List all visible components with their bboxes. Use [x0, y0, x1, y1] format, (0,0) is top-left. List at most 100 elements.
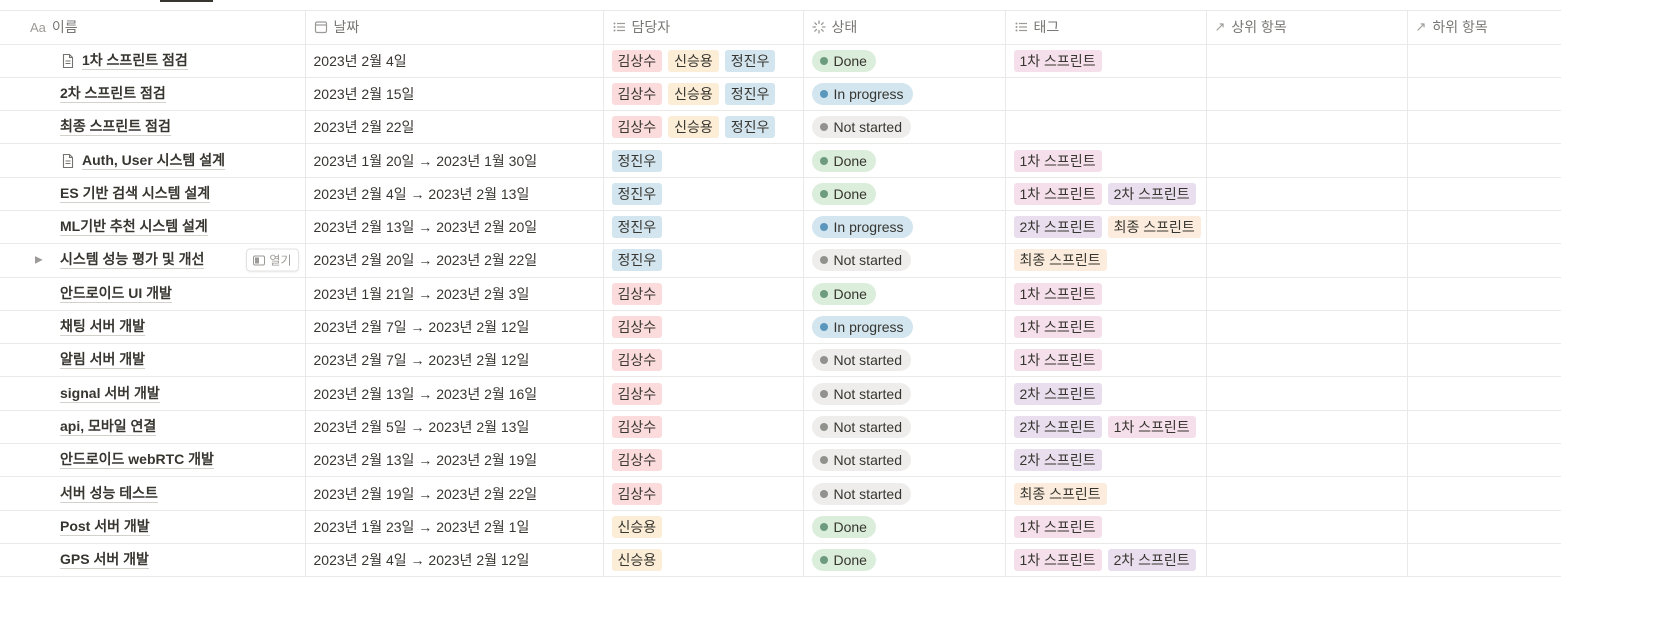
cell-parent[interactable]: [1206, 177, 1408, 211]
cell-parent[interactable]: [1206, 110, 1408, 145]
cell-assignee[interactable]: 정진우: [603, 210, 804, 245]
page-title-link[interactable]: 1차 스프린트 점검: [82, 52, 188, 70]
cell-child[interactable]: [1407, 343, 1561, 378]
cell-child[interactable]: [1407, 210, 1561, 245]
cell-assignee[interactable]: 김상수: [603, 410, 804, 445]
cell-child[interactable]: [1407, 476, 1561, 511]
cell-assignee[interactable]: 김상수: [603, 476, 804, 511]
column-header-tags[interactable]: 태그: [1005, 11, 1207, 45]
cell-parent[interactable]: [1206, 44, 1408, 78]
table-row[interactable]: api, 모바일 연결 2023년 2월 5일 → 2023년 2월 13일 김상수…: [0, 410, 1561, 445]
table-row[interactable]: 안드로이드 webRTC 개발 2023년 2월 13일 → 2023년 2월 1…: [0, 443, 1561, 478]
cell-parent[interactable]: [1206, 476, 1408, 511]
cell-status[interactable]: Not started: [803, 410, 1006, 445]
cell-parent[interactable]: [1206, 376, 1408, 411]
cell-assignee[interactable]: 김상수: [603, 277, 804, 311]
cell-child[interactable]: [1407, 44, 1561, 78]
page-title-link[interactable]: ES 기반 검색 시스템 설계: [60, 185, 211, 203]
cell-assignee[interactable]: 김상수 신승용 정진우: [603, 77, 804, 112]
cell-tags[interactable]: 1차 스프린트 2차 스프린트: [1005, 543, 1207, 578]
cell-status[interactable]: Not started: [803, 476, 1006, 511]
column-header-name[interactable]: Aa 이름: [0, 11, 306, 45]
cell-status[interactable]: Done: [803, 177, 1006, 211]
page-title-link[interactable]: 안드로이드 webRTC 개발: [60, 451, 214, 470]
cell-tags[interactable]: 최종 스프린트: [1005, 476, 1207, 511]
column-header-date[interactable]: 날짜: [305, 11, 604, 45]
cell-name[interactable]: 1차 스프린트 점검: [0, 44, 306, 78]
cell-status[interactable]: In progress: [803, 210, 1006, 245]
cell-name[interactable]: 2차 스프린트 점검: [0, 77, 306, 112]
cell-status[interactable]: Not started: [803, 243, 1006, 278]
cell-parent[interactable]: [1206, 510, 1408, 544]
cell-status[interactable]: Not started: [803, 376, 1006, 411]
cell-name[interactable]: 최종 스프린트 점검: [0, 110, 306, 145]
column-header-parent[interactable]: ↗ 상위 항목: [1206, 11, 1408, 45]
page-title-link[interactable]: 채팅 서버 개발: [60, 318, 146, 337]
cell-tags[interactable]: 1차 스프린트: [1005, 44, 1207, 78]
cell-date[interactable]: 2023년 2월 7일 → 2023년 2월 12일: [305, 310, 604, 345]
cell-date[interactable]: 2023년 1월 21일 → 2023년 2월 3일: [305, 277, 604, 311]
cell-tags[interactable]: 최종 스프린트: [1005, 243, 1207, 278]
cell-tags[interactable]: 1차 스프린트: [1005, 143, 1207, 178]
cell-status[interactable]: Not started: [803, 343, 1006, 378]
cell-status[interactable]: In progress: [803, 77, 1006, 112]
cell-child[interactable]: [1407, 277, 1561, 311]
page-title-link[interactable]: 시스템 성능 평가 및 개선: [60, 251, 205, 270]
cell-child[interactable]: [1407, 510, 1561, 544]
cell-parent[interactable]: [1206, 143, 1408, 178]
cell-child[interactable]: [1407, 110, 1561, 145]
table-row[interactable]: 최종 스프린트 점검 2023년 2월 22일 김상수 신승용 정진우 Not start…: [0, 110, 1561, 145]
cell-child[interactable]: [1407, 410, 1561, 445]
cell-name[interactable]: 서버 성능 테스트: [0, 476, 306, 511]
cell-date[interactable]: 2023년 2월 4일: [305, 44, 604, 78]
cell-assignee[interactable]: 정진우: [603, 243, 804, 278]
page-title-link[interactable]: signal 서버 개발: [60, 385, 160, 403]
cell-date[interactable]: 2023년 2월 22일: [305, 110, 604, 145]
cell-name[interactable]: GPS 서버 개발: [0, 543, 306, 578]
page-title-link[interactable]: 서버 성능 테스트: [60, 485, 158, 503]
page-title-link[interactable]: 2차 스프린트 점검: [60, 85, 166, 103]
cell-date[interactable]: 2023년 2월 20일 → 2023년 2월 22일: [305, 243, 604, 278]
cell-assignee[interactable]: 김상수: [603, 343, 804, 378]
cell-tags[interactable]: 2차 스프린트 1차 스프린트: [1005, 410, 1207, 445]
table-row[interactable]: 2차 스프린트 점검 2023년 2월 15일 김상수 신승용 정진우 In progre…: [0, 77, 1561, 112]
cell-assignee[interactable]: 신승용: [603, 510, 804, 544]
cell-tags[interactable]: 1차 스프린트: [1005, 343, 1207, 378]
cell-parent[interactable]: [1206, 343, 1408, 378]
cell-status[interactable]: Done: [803, 277, 1006, 311]
cell-assignee[interactable]: 정진우: [603, 143, 804, 178]
cell-tags[interactable]: 2차 스프린트 최종 스프린트: [1005, 210, 1207, 245]
cell-date[interactable]: 2023년 1월 23일 → 2023년 2월 1일: [305, 510, 604, 544]
cell-status[interactable]: Done: [803, 44, 1006, 78]
cell-status[interactable]: Not started: [803, 110, 1006, 145]
cell-tags[interactable]: 2차 스프린트: [1005, 443, 1207, 478]
cell-status[interactable]: Not started: [803, 443, 1006, 478]
cell-parent[interactable]: [1206, 277, 1408, 311]
cell-assignee[interactable]: 김상수: [603, 376, 804, 411]
page-title-link[interactable]: 알림 서버 개발: [60, 351, 146, 370]
cell-child[interactable]: [1407, 376, 1561, 411]
table-row[interactable]: 1차 스프린트 점검 2023년 2월 4일 김상수 신승용 정진우 Done 1차 스프린…: [0, 44, 1561, 78]
cell-tags[interactable]: 1차 스프린트: [1005, 277, 1207, 311]
cell-parent[interactable]: [1206, 443, 1408, 478]
cell-parent[interactable]: [1206, 243, 1408, 278]
cell-date[interactable]: 2023년 2월 15일: [305, 77, 604, 112]
cell-child[interactable]: [1407, 143, 1561, 178]
cell-name[interactable]: Auth, User 시스템 설계: [0, 143, 306, 178]
cell-parent[interactable]: [1206, 410, 1408, 445]
table-row[interactable]: 알림 서버 개발 2023년 2월 7일 → 2023년 2월 12일 김상수 Not…: [0, 343, 1561, 378]
table-row[interactable]: ▶ 시스템 성능 평가 및 개선 열기 2023년 2월 20일 → 2023년 2월…: [0, 243, 1561, 278]
cell-date[interactable]: 2023년 2월 13일 → 2023년 2월 16일: [305, 376, 604, 411]
cell-name[interactable]: api, 모바일 연결: [0, 410, 306, 445]
table-row[interactable]: 서버 성능 테스트 2023년 2월 19일 → 2023년 2월 22일 김상수 N…: [0, 476, 1561, 511]
cell-tags[interactable]: 1차 스프린트: [1005, 310, 1207, 345]
table-row[interactable]: signal 서버 개발 2023년 2월 13일 → 2023년 2월 16일 김…: [0, 376, 1561, 411]
cell-name[interactable]: 안드로이드 UI 개발: [0, 277, 306, 311]
cell-child[interactable]: [1407, 243, 1561, 278]
table-row[interactable]: ES 기반 검색 시스템 설계 2023년 2월 4일 → 2023년 2월 13…: [0, 177, 1561, 211]
cell-status[interactable]: Done: [803, 510, 1006, 544]
cell-name[interactable]: ES 기반 검색 시스템 설계: [0, 177, 306, 211]
cell-name[interactable]: ML기반 추천 시스템 설계: [0, 210, 306, 245]
page-title-link[interactable]: 최종 스프린트 점검: [60, 118, 171, 137]
cell-child[interactable]: [1407, 177, 1561, 211]
